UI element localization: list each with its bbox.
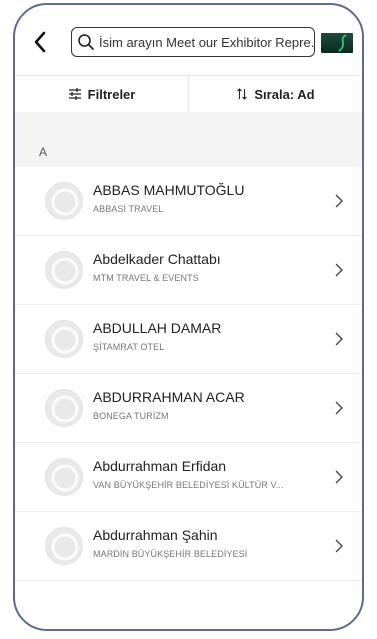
contact-name: ABBAS MAHMUTOĞLU [93, 182, 245, 198]
phone-frame: Filtreler Sırala: Ad A ABBAS MAHMUTOĞLU … [13, 3, 364, 631]
list-spacer [15, 112, 362, 137]
avatar-placeholder-icon [51, 464, 79, 492]
avatar [45, 527, 83, 565]
sort-arrows-icon [237, 88, 248, 100]
sort-label: Sırala: Ad [254, 86, 315, 102]
list-item[interactable]: Abdurrahman Erfidan VAN BÜYÜKŞEHİR BELED… [15, 443, 362, 512]
search-input[interactable] [95, 34, 314, 50]
chevron-left-icon [34, 31, 46, 53]
sort-button[interactable]: Sırala: Ad [188, 76, 362, 112]
avatar-placeholder-icon [51, 188, 79, 216]
list-item[interactable]: Abdelkader Chattabı MTM TRAVEL & EVENTS [15, 236, 362, 305]
chevron-right-icon [335, 470, 343, 484]
list-item[interactable]: ABDULLAH DAMAR ŞİTAMRAT OTEL [15, 305, 362, 374]
avatar [45, 458, 83, 496]
avatar [45, 251, 83, 289]
contact-company: ABBASİ TRAVEL [93, 204, 164, 214]
avatar-placeholder-icon [51, 257, 79, 285]
avatar-placeholder-icon [51, 533, 79, 561]
contact-name: ABDURRAHMAN ACAR [93, 389, 245, 405]
avatar [45, 320, 83, 358]
filter-sliders-icon [68, 88, 81, 100]
contact-list: ABBAS MAHMUTOĞLU ABBASİ TRAVEL Abdelkade… [15, 167, 362, 581]
top-bar [15, 5, 362, 75]
contact-name: Abdurrahman Şahin [93, 527, 218, 543]
contact-company: ŞİTAMRAT OTEL [93, 342, 165, 352]
chevron-right-icon [335, 401, 343, 415]
chevron-right-icon [335, 539, 343, 553]
filter-label: Filtreler [87, 86, 136, 102]
chevron-right-icon [335, 263, 343, 277]
logo-wave-icon [338, 34, 347, 52]
avatar [45, 389, 83, 427]
contact-company: MTM TRAVEL & EVENTS [93, 273, 199, 283]
contact-name: Abdurrahman Erfidan [93, 458, 227, 474]
contact-company: BONEGA TURİZM [93, 411, 169, 421]
contact-name: ABDULLAH DAMAR [93, 320, 222, 336]
list-item[interactable]: Abdurrahman Şahin MARDİN BÜYÜKŞEHİR BELE… [15, 512, 362, 581]
avatar-placeholder-icon [51, 395, 79, 423]
list-item[interactable]: ABDURRAHMAN ACAR BONEGA TURİZM [15, 374, 362, 443]
back-button[interactable] [29, 29, 51, 55]
section-header: A [15, 137, 362, 167]
avatar [45, 182, 83, 220]
chevron-right-icon [335, 194, 343, 208]
chevron-right-icon [335, 332, 343, 346]
contact-name: Abdelkader Chattabı [93, 251, 221, 267]
app-logo [321, 33, 353, 53]
avatar-placeholder-icon [51, 326, 79, 354]
contact-company: VAN BÜYÜKŞEHİR BELEDİYESİ KÜLTÜR V... [93, 480, 284, 490]
search-box[interactable] [71, 27, 315, 57]
action-bar: Filtreler Sırala: Ad [15, 75, 362, 113]
contact-company: MARDİN BÜYÜKŞEHİR BELEDİYESİ [93, 549, 248, 559]
search-icon [78, 34, 94, 50]
list-item[interactable]: ABBAS MAHMUTOĞLU ABBASİ TRAVEL [15, 167, 362, 236]
filter-button[interactable]: Filtreler [15, 76, 188, 112]
